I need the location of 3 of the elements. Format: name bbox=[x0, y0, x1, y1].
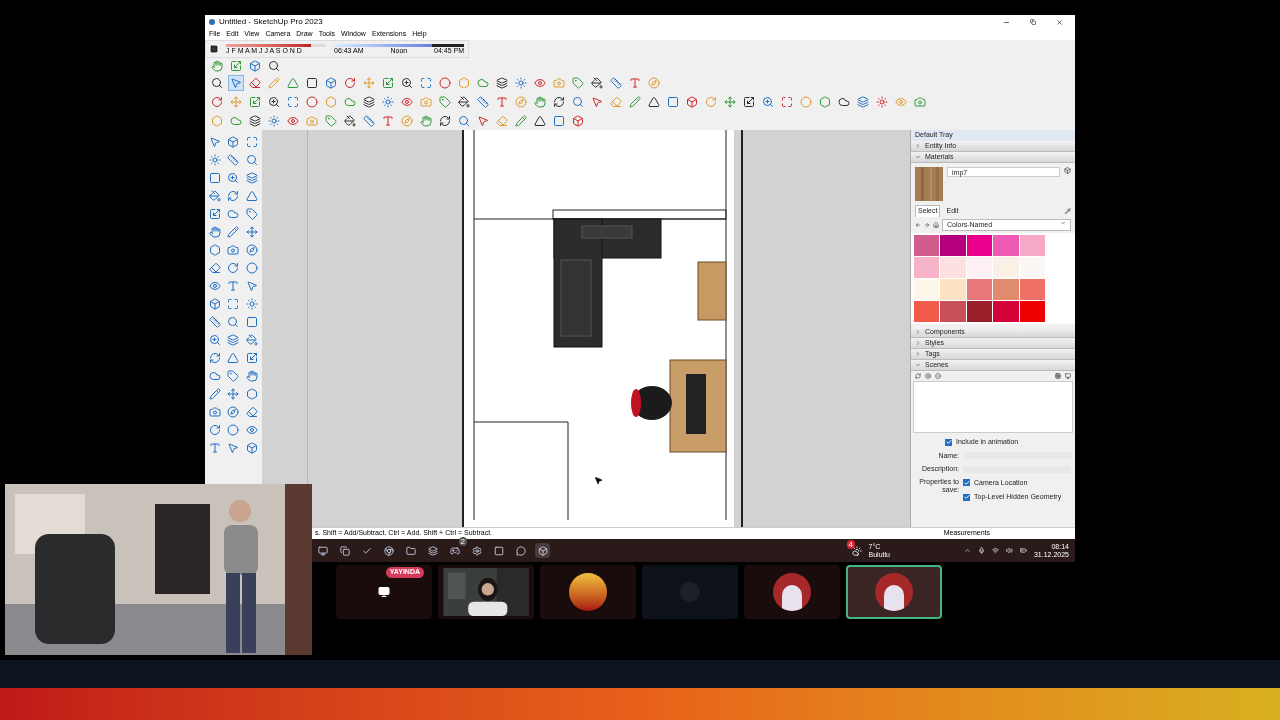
window-title: Untitled - SketchUp Pro 2023 bbox=[219, 16, 324, 28]
notification-badge: 2 bbox=[458, 537, 467, 546]
notification-badge: 4 bbox=[846, 539, 855, 549]
